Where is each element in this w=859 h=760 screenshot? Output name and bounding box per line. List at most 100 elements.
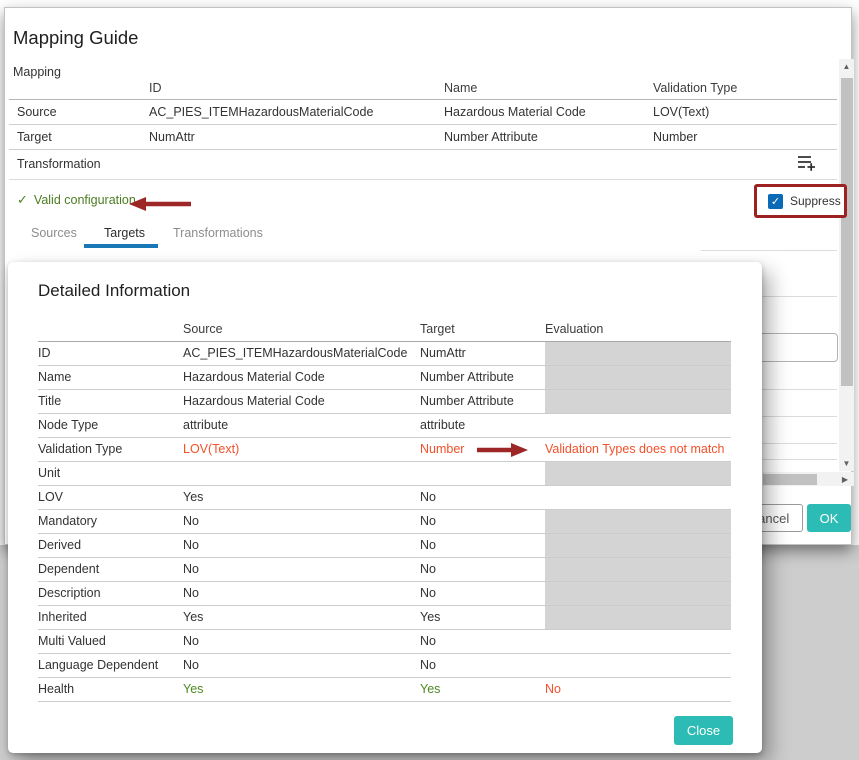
horizontal-scrollbar-thumb[interactable] (763, 474, 817, 485)
detail-table-body: ID AC_PIES_ITEMHazardousMaterialCode Num… (38, 341, 731, 701)
tab-transformations[interactable]: Transformations (173, 226, 263, 240)
header-name: Name (444, 79, 653, 99)
row-target-value: Yes (420, 677, 545, 701)
row-target-value: No (420, 485, 545, 509)
row-evaluation-value: No (545, 677, 731, 701)
table-row: Name Hazardous Material Code Number Attr… (38, 365, 731, 389)
row-target-value: No (420, 557, 545, 581)
row-source-value: No (183, 557, 420, 581)
row-label: Dependent (38, 557, 183, 581)
row-target-value: No (420, 581, 545, 605)
ok-button[interactable]: OK (807, 504, 851, 532)
row-evaluation-value (545, 365, 731, 389)
suppress-label: Suppress (790, 194, 841, 208)
row-evaluation-value (545, 557, 731, 581)
row-label: Derived (38, 533, 183, 557)
detail-table: Source Target Evaluation ID AC_PIES_ITEM… (38, 317, 731, 702)
add-transformation-icon[interactable] (797, 154, 816, 174)
table-row: Description No No (38, 581, 731, 605)
detailed-information-modal: Detailed Information Source Target Evalu… (8, 262, 762, 753)
source-name: Hazardous Material Code (444, 99, 653, 124)
row-source-value: No (183, 509, 420, 533)
row-target-value: attribute (420, 413, 545, 437)
row-label: Language Dependent (38, 653, 183, 677)
target-id: NumAttr (149, 124, 444, 149)
mapping-section-label: Mapping (13, 65, 61, 79)
row-evaluation-value (545, 509, 731, 533)
row-target-value: No (420, 653, 545, 677)
row-label: Mandatory (38, 509, 183, 533)
row-source-value: Yes (183, 677, 420, 701)
row-evaluation-value (545, 605, 731, 629)
source-row-label: Source (9, 99, 149, 124)
table-row: Language Dependent No No (38, 653, 731, 677)
tab-sources[interactable]: Sources (31, 226, 77, 240)
row-source-value: AC_PIES_ITEMHazardousMaterialCode (183, 341, 420, 365)
tab-targets[interactable]: Targets (104, 226, 145, 240)
table-row: Node Type attribute attribute (38, 413, 731, 437)
row-label: Validation Type (38, 437, 183, 461)
table-row: Title Hazardous Material Code Number Att… (38, 389, 731, 413)
header-validation-type: Validation Type (653, 79, 837, 99)
dialog-title: Mapping Guide (13, 27, 138, 49)
row-label: Name (38, 365, 183, 389)
table-row: Multi Valued No No (38, 629, 731, 653)
row-source-value: attribute (183, 413, 420, 437)
row-evaluation-value (545, 389, 731, 413)
detail-table-header: Source Target Evaluation (38, 317, 731, 341)
mapping-table-header: ID Name Validation Type (9, 79, 837, 99)
table-row: Validation Type LOV(Text) Number Validat… (38, 437, 731, 461)
row-target-value (420, 461, 545, 485)
header-evaluation: Evaluation (545, 317, 731, 341)
header-source: Source (183, 317, 420, 341)
target-name: Number Attribute (444, 124, 653, 149)
close-button[interactable]: Close (674, 716, 733, 745)
header-target: Target (420, 317, 545, 341)
row-source-value: No (183, 533, 420, 557)
row-evaluation-value (545, 653, 731, 677)
header-id: ID (149, 79, 444, 99)
row-source-value: LOV(Text) (183, 437, 420, 461)
row-target-value: Yes (420, 605, 545, 629)
target-row-label: Target (9, 124, 149, 149)
row-target-value: Number Attribute (420, 389, 545, 413)
valid-configuration-status: ✓ Valid configuration (17, 192, 136, 208)
row-evaluation-value (545, 461, 731, 485)
row-source-value: No (183, 629, 420, 653)
annotation-arrow-right-icon (477, 443, 528, 462)
row-evaluation-value (545, 485, 731, 509)
vertical-scrollbar-thumb[interactable] (841, 78, 853, 386)
scroll-down-icon[interactable]: ▼ (839, 456, 854, 471)
target-row: Target NumAttr Number Attribute Number (9, 124, 837, 149)
row-source-value: Yes (183, 605, 420, 629)
form-separator (701, 250, 837, 251)
scroll-right-icon[interactable]: ▶ (838, 472, 852, 486)
suppress-checkbox[interactable]: ✓ (768, 194, 783, 209)
row-label: Unit (38, 461, 183, 485)
valid-configuration-text: Valid configuration (34, 193, 136, 207)
vertical-scrollbar[interactable]: ▲ ▼ (839, 59, 854, 471)
row-source-value: No (183, 581, 420, 605)
row-label: Description (38, 581, 183, 605)
row-source-value: No (183, 653, 420, 677)
table-row: LOV Yes No (38, 485, 731, 509)
scroll-up-icon[interactable]: ▲ (839, 59, 854, 74)
row-target-value: No (420, 509, 545, 533)
row-evaluation-value (545, 581, 731, 605)
row-evaluation-value (545, 341, 731, 365)
mapping-table: ID Name Validation Type Source AC_PIES_I… (9, 79, 837, 180)
row-source-value: Hazardous Material Code (183, 389, 420, 413)
modal-title: Detailed Information (38, 281, 190, 301)
row-label: Title (38, 389, 183, 413)
row-label: ID (38, 341, 183, 365)
row-source-value: Hazardous Material Code (183, 365, 420, 389)
active-tab-underline (84, 244, 158, 248)
table-row: Inherited Yes Yes (38, 605, 731, 629)
table-row: Mandatory No No (38, 509, 731, 533)
form-input-field[interactable] (751, 333, 838, 362)
table-row: Dependent No No (38, 557, 731, 581)
row-target-value: No (420, 533, 545, 557)
row-evaluation-value (545, 413, 731, 437)
row-evaluation-value: Validation Types does not match (545, 437, 731, 461)
row-evaluation-value (545, 533, 731, 557)
